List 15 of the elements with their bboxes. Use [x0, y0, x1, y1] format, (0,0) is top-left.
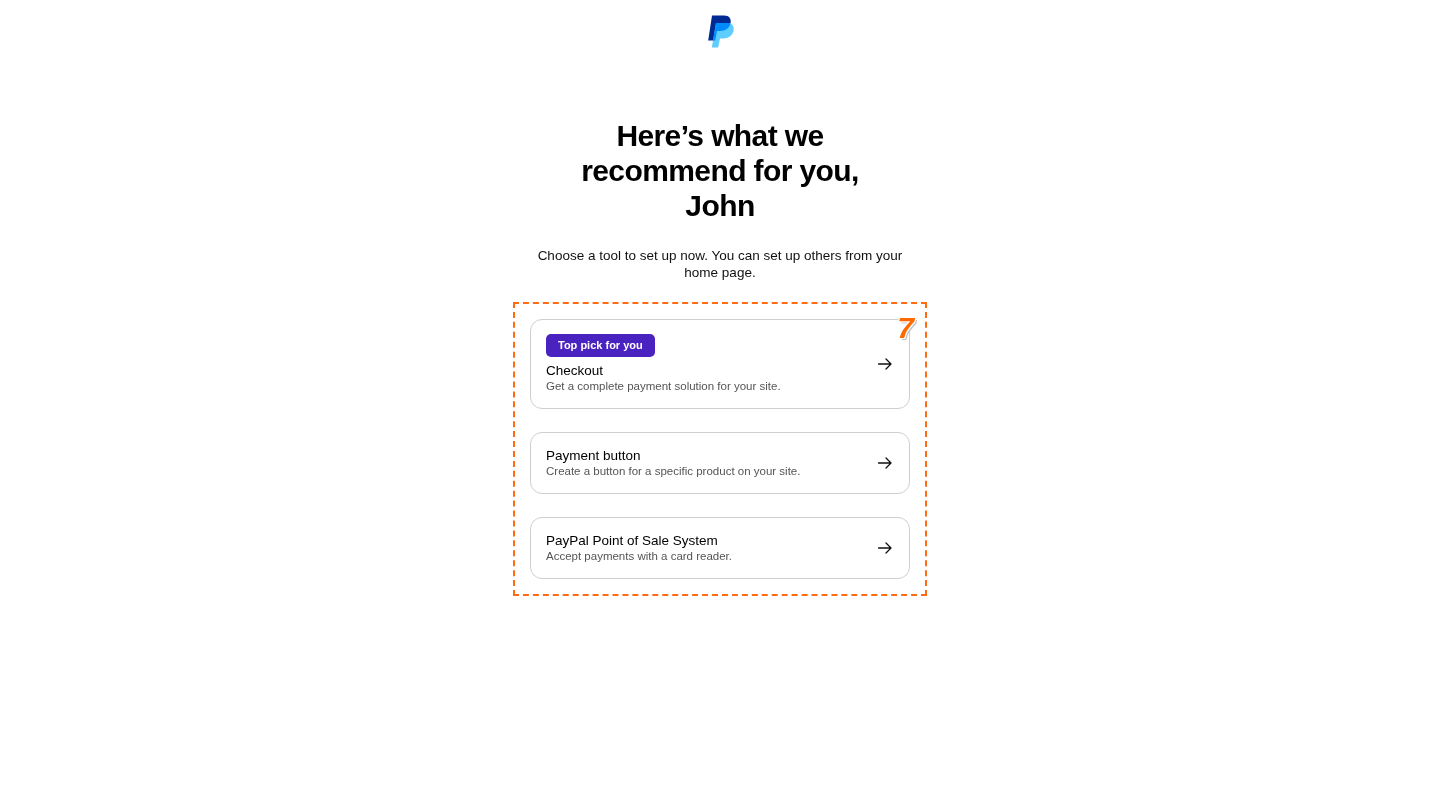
tool-card[interactable]: PayPal Point of Sale System Accept payments with a card reader.: [530, 517, 910, 579]
arrow-right-icon: [878, 457, 892, 469]
tool-description: Create a button for a specific product on your site.: [546, 464, 801, 479]
arrow-right-icon: [878, 358, 892, 370]
tool-card[interactable]: Payment button Create a button for a specific product on your site.: [530, 432, 910, 494]
logo-icon: [707, 15, 735, 48]
recommendation-badge: Top pick for you: [546, 334, 655, 357]
arrow-right-icon: [878, 542, 892, 554]
tool-description: Accept payments with a card reader.: [546, 549, 732, 564]
page-heading: Here’s what we recommend for you, John: [580, 118, 860, 223]
tool-title: PayPal Point of Sale System: [546, 532, 718, 549]
tool-title: Checkout: [546, 362, 604, 379]
tool-title: Payment button: [546, 447, 641, 464]
page-subtitle: Choose a tool to set up now. You can set up others from your home page.: [536, 247, 904, 281]
tool-description: Get a complete payment solution for your site.: [546, 379, 781, 394]
